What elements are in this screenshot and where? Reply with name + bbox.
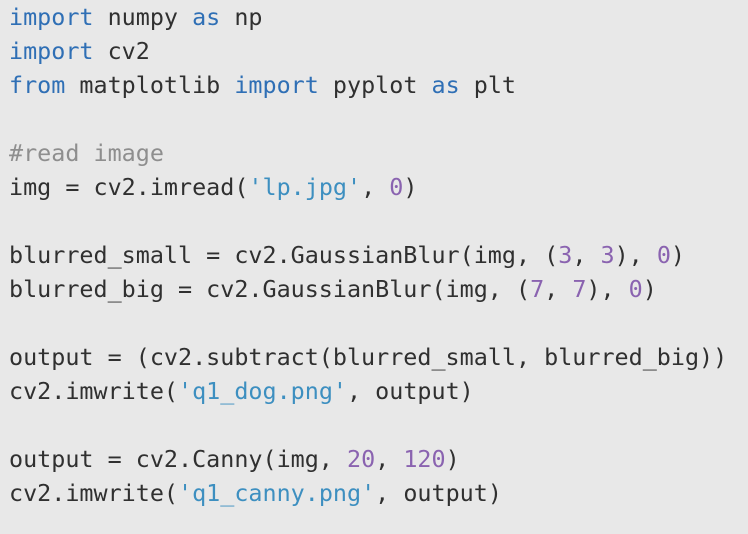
plain-token: ) — [403, 173, 418, 201]
plain-token: , — [375, 445, 404, 473]
plain-token: , output) — [375, 479, 502, 507]
plain-token: np — [220, 3, 263, 31]
keyword-token: as — [431, 71, 460, 99]
string-token: 'q1_canny.png' — [178, 479, 376, 507]
number-token: 3 — [600, 241, 615, 269]
keyword-token: from — [9, 71, 66, 99]
number-token: 20 — [346, 445, 376, 473]
plain-token: numpy — [93, 3, 193, 31]
plain-token: , output) — [347, 377, 474, 405]
plain-token: cv2.imwrite( — [9, 479, 178, 507]
plain-token: ) — [445, 445, 460, 473]
code-line[interactable] — [9, 306, 748, 340]
number-token: 3 — [558, 241, 573, 269]
plain-token: ) — [642, 275, 657, 303]
plain-token: matplotlib — [65, 71, 235, 99]
plain-token: , — [361, 173, 390, 201]
code-line[interactable]: output = cv2.Canny(img, 20, 120) — [9, 442, 748, 476]
plain-token: blurred_big = cv2.GaussianBlur(img, ( — [9, 275, 531, 303]
number-token: 7 — [530, 275, 545, 303]
plain-token: output = (cv2.subtract(blurred_small, bl… — [9, 343, 728, 371]
plain-token: ), — [614, 241, 657, 269]
keyword-token: as — [192, 3, 221, 31]
number-token: 120 — [403, 445, 446, 473]
code-line[interactable]: import numpy as np — [9, 0, 748, 34]
code-line[interactable] — [9, 408, 748, 442]
number-token: 7 — [572, 275, 587, 303]
number-token: 0 — [656, 241, 671, 269]
code-line[interactable] — [9, 102, 748, 136]
code-line[interactable] — [9, 204, 748, 238]
code-line[interactable]: #read image — [9, 136, 748, 170]
code-line[interactable]: cv2.imwrite('q1_canny.png', output) — [9, 476, 748, 510]
plain-token: blurred_small = cv2.GaussianBlur(img, ( — [9, 241, 559, 269]
code-line[interactable]: blurred_big = cv2.GaussianBlur(img, (7, … — [9, 272, 748, 306]
code-editor[interactable]: import numpy as np import cv2 from matplot… — [0, 0, 748, 534]
plain-token: plt — [459, 71, 517, 99]
plain-token: pyplot — [318, 71, 432, 99]
keyword-token: import — [9, 3, 94, 31]
number-token: 0 — [389, 173, 404, 201]
plain-token: img = cv2.imread( — [9, 173, 249, 201]
plain-token: ) — [670, 241, 686, 269]
string-token: 'lp.jpg' — [248, 173, 362, 201]
code-line[interactable]: blurred_small = cv2.GaussianBlur(img, (3… — [9, 238, 748, 272]
code-line[interactable]: cv2.imwrite('q1_dog.png', output) — [9, 374, 748, 408]
string-token: 'q1_dog.png' — [178, 377, 347, 405]
plain-token: cv2.imwrite( — [9, 377, 178, 405]
code-line[interactable]: from matplotlib import pyplot as plt — [9, 68, 748, 102]
number-token: 0 — [628, 275, 643, 303]
keyword-token: import — [234, 71, 319, 99]
plain-token: ), — [586, 275, 629, 303]
plain-token: , — [544, 275, 573, 303]
plain-token: cv2 — [93, 37, 150, 65]
code-line[interactable]: import cv2 — [9, 34, 748, 68]
plain-token: output = cv2.Canny(img, — [9, 445, 347, 473]
code-line[interactable]: img = cv2.imread('lp.jpg', 0) — [9, 170, 748, 204]
plain-token: , — [572, 241, 601, 269]
code-line[interactable]: output = (cv2.subtract(blurred_small, bl… — [9, 340, 748, 374]
comment-token: #read image — [9, 139, 164, 167]
keyword-token: import — [9, 37, 94, 65]
